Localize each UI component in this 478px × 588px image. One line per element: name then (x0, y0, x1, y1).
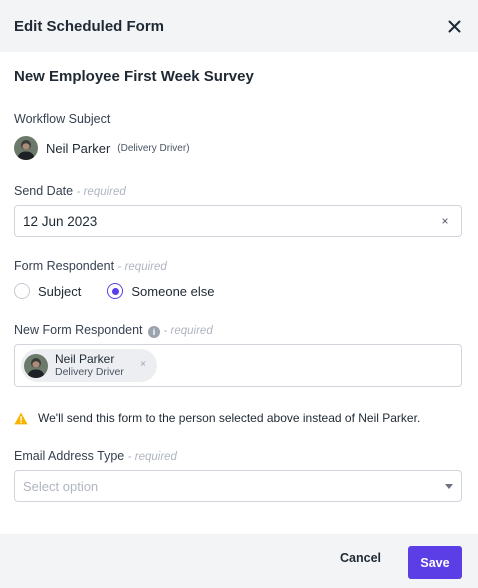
save-button[interactable]: Save (408, 546, 462, 579)
modal-title: Edit Scheduled Form (14, 17, 165, 35)
email-type-label: Email Address Type - required (14, 449, 177, 463)
radio-label-subject[interactable]: Subject (38, 284, 81, 299)
form-title: New Employee First Week Survey (14, 68, 254, 85)
radio-subject[interactable]: Subject (14, 283, 81, 299)
email-type-label-text: Email Address Type (14, 449, 125, 463)
remove-chip-button[interactable]: × (140, 359, 146, 370)
form-respondent-label: Form Respondent - required (14, 259, 167, 273)
form-respondent-options: Subject Someone else (14, 281, 215, 301)
avatar (24, 353, 48, 378)
required-hint: - required (127, 451, 177, 463)
subject-role: (Delivery Driver) (117, 142, 190, 154)
info-icon[interactable]: i (148, 326, 161, 338)
close-icon[interactable] (448, 20, 461, 33)
radio-someone-else[interactable]: Someone else (107, 283, 215, 299)
subject-name: Neil Parker (46, 140, 111, 156)
send-date-label-text: Send Date (14, 184, 74, 198)
modal-footer: Cancel Save (0, 534, 478, 588)
email-type-select[interactable]: Select option (14, 470, 462, 502)
respondent-chip: Neil Parker Delivery Driver × (21, 349, 157, 382)
modal-header: Edit Scheduled Form (0, 0, 478, 52)
new-form-respondent-input[interactable]: Neil Parker Delivery Driver × (14, 344, 462, 387)
workflow-subject: Neil Parker (Delivery Driver) (14, 136, 190, 160)
chip-role: Delivery Driver (55, 366, 124, 378)
avatar (14, 136, 38, 160)
radio-label-someone-else[interactable]: Someone else (131, 284, 214, 299)
warning-icon (14, 412, 28, 424)
notice: We'll send this form to the person selec… (14, 409, 420, 427)
new-form-respondent-label-text: New Form Respondent (14, 323, 143, 337)
send-date-value[interactable]: 12 Jun 2023 (23, 214, 437, 229)
required-hint: - required (163, 325, 213, 337)
email-type-placeholder[interactable]: Select option (23, 479, 445, 494)
form-respondent-label-text: Form Respondent (14, 259, 115, 273)
chip-name: Neil Parker (55, 352, 115, 366)
radio-circle-selected[interactable] (107, 283, 124, 299)
send-date-label: Send Date - required (14, 184, 126, 198)
radio-circle-unselected[interactable] (14, 283, 30, 299)
chip-text: Neil Parker Delivery Driver (55, 352, 124, 379)
chevron-down-icon[interactable] (445, 483, 453, 489)
notice-text: We'll send this form to the person selec… (38, 411, 421, 425)
new-form-respondent-label: New Form Respondent i - required (14, 323, 213, 338)
send-date-input[interactable]: 12 Jun 2023 × (14, 205, 462, 237)
required-hint: - required (76, 186, 126, 198)
cancel-button[interactable]: Cancel (340, 551, 381, 565)
clear-date-button[interactable]: × (437, 214, 453, 228)
required-hint: - required (117, 261, 167, 273)
radio-dot (111, 287, 119, 295)
close-button[interactable] (444, 16, 464, 36)
workflow-subject-label: Workflow Subject (14, 112, 111, 126)
